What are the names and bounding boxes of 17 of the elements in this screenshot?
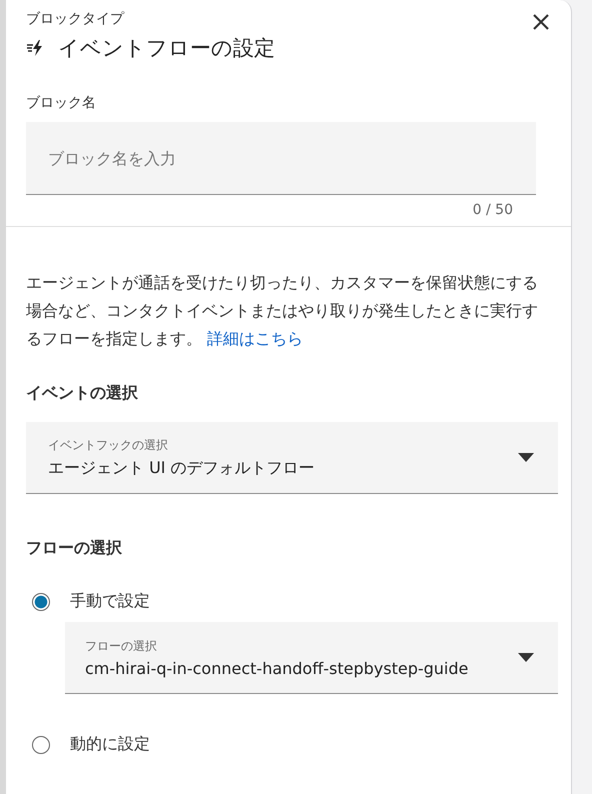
- description-text: エージェントが通話を受けたり切ったり、カスタマーを保留状態にする場合など、コンタクトイベントまたはやり取りが発生したときに実行するフローを指定します。 詳細はこちら: [26, 272, 539, 350]
- panel-title: イベントフローの設定: [58, 35, 275, 62]
- radio-label: 手動で設定: [70, 591, 150, 612]
- section-heading: フローの選択: [26, 538, 123, 559]
- character-counter: 0 / 50: [472, 202, 513, 218]
- block-name-field[interactable]: ブロック名を入力: [26, 122, 536, 195]
- section-heading: イベントの選択: [26, 383, 139, 404]
- radio-label: 動的に設定: [70, 734, 150, 755]
- field-label: ブロック名: [26, 94, 97, 112]
- caret-icon: [518, 653, 534, 662]
- event-hook-dropdown[interactable]: イベントフックの選択 エージェント UI のデフォルトフロー: [26, 422, 558, 494]
- caret-icon: [518, 453, 534, 462]
- learn-more-link[interactable]: 詳細はこちら: [207, 329, 304, 348]
- radio-button[interactable]: [32, 592, 50, 610]
- flow-dropdown[interactable]: フローの選択 cm-hirai-q-in-connect-handoff-stepbystep-guide: [65, 622, 558, 694]
- radio-button[interactable]: [32, 736, 50, 754]
- block-type-label: ブロックタイプ: [26, 10, 126, 28]
